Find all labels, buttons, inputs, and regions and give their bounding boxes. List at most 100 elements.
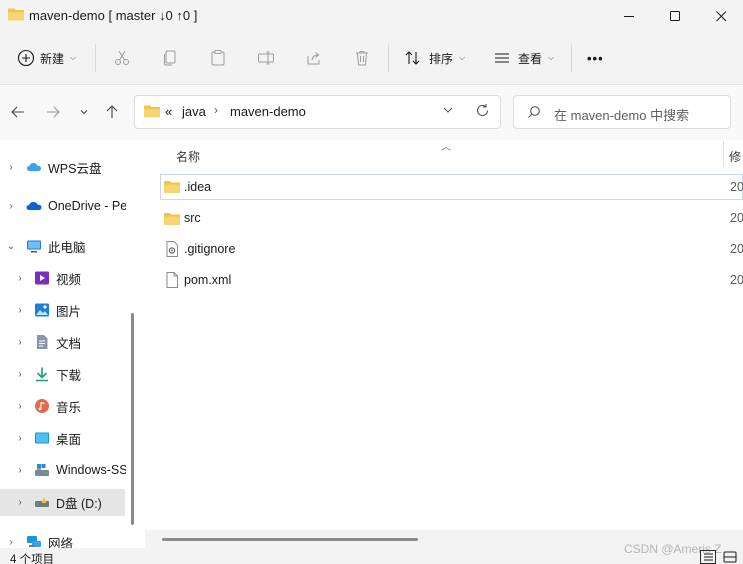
copy-button[interactable] [160, 44, 180, 72]
chevron-right-icon[interactable]: › [15, 433, 25, 444]
sidebar-item-downloads[interactable]: › 下载 [0, 361, 126, 387]
sort-icon [403, 48, 423, 68]
clipboard-icon [208, 48, 228, 68]
sort-label: 排序 [429, 51, 454, 66]
share-button[interactable] [304, 44, 324, 72]
breadcrumb-overflow[interactable]: « [165, 104, 172, 119]
file-row-pom[interactable] [160, 267, 743, 293]
chevron-right-icon[interactable]: › [15, 305, 25, 316]
sidebar-item-label: 桌面 [56, 432, 82, 447]
sidebar-item-d-drive[interactable]: › D盘 (D:) [0, 489, 126, 515]
new-button[interactable]: 新建 ⌵ [16, 44, 76, 72]
music-icon [35, 399, 49, 413]
sidebar-item-label: 图片 [56, 304, 82, 319]
chevron-right-icon[interactable]: › [6, 162, 16, 173]
chevron-down-icon[interactable]: ⌄ [6, 241, 16, 252]
minimize-button[interactable] [606, 0, 652, 32]
arrow-right-icon [47, 106, 60, 118]
column-header-modified[interactable]: 修 [729, 148, 743, 165]
plus-circle-icon [16, 48, 36, 68]
sort-button[interactable]: 排序 ⌵ [403, 44, 465, 72]
file-row-gitignore[interactable] [160, 236, 743, 262]
recent-locations-button[interactable] [72, 100, 96, 124]
details-view-button[interactable] [700, 550, 716, 564]
folder-icon [164, 213, 180, 225]
sidebar-item-onedrive[interactable]: › OneDrive - Pe [0, 193, 126, 219]
refresh-icon [476, 104, 489, 116]
sidebar-item-wps-cloud[interactable]: › WPS云盘 [0, 154, 126, 180]
chevron-right-icon[interactable]: › [15, 337, 25, 348]
sidebar-item-windows-drive[interactable]: › Windows-SS [0, 457, 126, 483]
view-label: 查看 [518, 51, 543, 66]
computer-icon [27, 240, 41, 253]
tiles-view-button[interactable] [722, 550, 738, 564]
arrow-up-icon [106, 105, 118, 118]
column-header-name[interactable]: 名称 [176, 148, 200, 165]
document-icon [166, 272, 178, 288]
chevron-right-icon[interactable]: › [15, 273, 25, 284]
folder-icon [8, 8, 24, 21]
search-placeholder[interactable]: 在 maven-demo 中搜索 [554, 105, 689, 124]
sidebar-item-label: 音乐 [56, 400, 82, 415]
breadcrumb-java[interactable]: java [182, 104, 206, 119]
refresh-button[interactable] [475, 103, 491, 119]
chevron-right-icon[interactable]: › [6, 201, 16, 212]
forward-button[interactable] [41, 100, 65, 124]
file-list-pane [145, 140, 743, 548]
back-button[interactable] [6, 100, 30, 124]
sidebar-item-videos[interactable]: › 视频 [0, 265, 126, 291]
breadcrumb-maven-demo[interactable]: maven-demo [230, 104, 306, 119]
trash-icon [352, 48, 372, 68]
sidebar-item-documents[interactable]: › 文档 [0, 329, 126, 355]
sidebar-item-desktop[interactable]: › 桌面 [0, 425, 126, 451]
chevron-right-icon[interactable]: › [15, 369, 25, 380]
up-button[interactable] [100, 100, 124, 124]
file-row-src[interactable] [160, 205, 743, 231]
rename-button[interactable] [256, 44, 276, 72]
close-button[interactable] [698, 0, 743, 32]
windows-drive-icon [35, 464, 49, 476]
file-name: .gitignore [184, 242, 236, 256]
sidebar-item-label: 下载 [56, 368, 82, 383]
window-title: maven-demo [ master ↓0 ↑0 ] [29, 8, 198, 23]
breadcrumb-separator-icon[interactable]: › [214, 103, 218, 117]
file-name: .idea [184, 180, 212, 194]
sidebar-item-pictures[interactable]: › 图片 [0, 297, 126, 323]
view-button[interactable]: 查看 ⌵ [492, 44, 554, 72]
chevron-right-icon[interactable]: › [15, 401, 25, 412]
paste-button[interactable] [208, 44, 228, 72]
view-lines-icon [492, 48, 512, 68]
file-date: 20 [730, 180, 743, 194]
maximize-button[interactable] [652, 0, 698, 32]
chevron-right-icon[interactable]: › [6, 537, 16, 548]
chevron-down-icon [443, 107, 453, 113]
file-name: src [184, 211, 201, 225]
delete-button[interactable] [352, 44, 372, 72]
toolbar-separator [95, 44, 96, 72]
file-date: 20 [730, 273, 743, 287]
address-history-button[interactable] [442, 104, 456, 118]
sidebar-item-label: OneDrive - Pe [48, 199, 126, 213]
chevron-down-icon [80, 110, 88, 115]
more-options-button[interactable]: ••• [587, 44, 604, 72]
sidebar-item-label: WPS云盘 [48, 161, 102, 176]
file-date: 20 [730, 211, 743, 225]
details-view-icon [704, 553, 713, 561]
sidebar-item-label: Windows-SS [56, 463, 126, 477]
sidebar-item-this-pc[interactable]: ⌄ 此电脑 [0, 233, 126, 259]
item-count: 4 个项目 [10, 554, 55, 564]
sidebar-item-music[interactable]: › 音乐 [0, 393, 126, 419]
chevron-right-icon[interactable]: › [15, 497, 25, 508]
cut-button[interactable] [112, 44, 132, 72]
file-row-idea[interactable] [160, 174, 743, 200]
chevron-right-icon[interactable]: › [15, 465, 25, 476]
desktop-icon [35, 432, 49, 444]
column-divider[interactable] [723, 141, 724, 167]
toolbar-separator [388, 44, 389, 72]
sidebar-scrollbar[interactable] [131, 313, 134, 525]
sidebar-item-label: 文档 [56, 336, 82, 351]
horizontal-scrollbar-thumb[interactable] [162, 538, 418, 541]
maximize-icon [669, 10, 680, 21]
download-icon [36, 367, 48, 382]
search-icon [528, 106, 540, 118]
